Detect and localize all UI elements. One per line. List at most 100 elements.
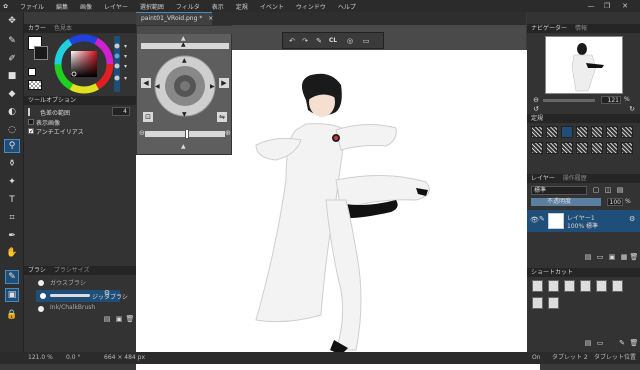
brush-item[interactable]: ガウスブラシ [38,278,118,288]
layer-merge-icon[interactable]: ▦ [619,252,629,262]
crop-tool-icon[interactable]: ⌗ [4,211,20,225]
ruler-option-icon[interactable] [621,126,633,138]
ruler-option-icon[interactable] [546,142,558,154]
layer-folder-icon[interactable]: ▭ [595,252,605,262]
menu-event[interactable]: イベント [254,2,290,11]
ruler-option-icon[interactable] [561,142,573,154]
app-icon[interactable]: ✿ [0,3,14,10]
lock-icon[interactable]: 🔒 [4,308,20,322]
menu-file[interactable]: ファイル [14,2,50,11]
shortcut-delete-icon[interactable]: 🗑 [629,338,639,348]
menu-help[interactable]: ヘルプ [332,2,362,11]
menu-ruler[interactable]: 定規 [230,2,254,11]
nav-zoom-field[interactable]: 121 [601,96,621,104]
close-tab-icon[interactable]: × [208,15,213,22]
navigator-thumbnail[interactable] [545,36,623,94]
minimize-button[interactable]: — [584,0,598,12]
scroll-down-icon[interactable]: ▲ [181,143,186,150]
navigator-tab[interactable]: ナビゲーター [531,25,567,32]
menu-layer[interactable]: レイヤー [98,2,134,11]
brush-size-tab[interactable]: ブラシサイズ [54,267,90,274]
color-tab[interactable]: カラー [28,25,46,32]
color-reset-icon[interactable] [28,68,36,76]
brush-new-icon[interactable]: ▤ [102,314,112,324]
shortcut-save-icon[interactable] [564,280,575,292]
rectangle-tool-icon[interactable]: ■ [4,69,20,83]
shortcut-copy-icon[interactable] [612,280,623,292]
opacity-slider[interactable]: 不透明度 [531,198,601,206]
layer-copy-icon[interactable]: ▣ [607,252,617,262]
menu-selection[interactable]: 選択範囲 [134,2,170,11]
fit-view-icon[interactable]: ⊡ [143,112,153,122]
flip-icon[interactable]: ⇋ [217,112,227,122]
antialias-checkbox[interactable]: ✓ [28,128,34,135]
fill-tool-icon[interactable]: ◆ [4,87,20,101]
brush-tab[interactable]: ブラシ [28,267,46,274]
shortcut-new-icon-small[interactable]: ▤ [583,338,593,348]
window-icon[interactable]: ▭ [361,36,371,46]
shortcut-cut-icon[interactable] [548,297,559,309]
pan-slider[interactable]: ▲ [141,41,229,49]
menu-image[interactable]: 画像 [74,2,98,11]
ruler-option-icon[interactable] [591,126,603,138]
color-wheel[interactable]: ▾ ▾ ▾ ▾ [54,34,136,94]
ruler-option-icon[interactable] [606,142,618,154]
menu-view[interactable]: 表示 [206,2,230,11]
layer-settings-icon[interactable]: ⚙ [629,215,635,223]
pen-icon[interactable]: ✎ [314,36,324,46]
shortcut-save-as-icon[interactable] [580,280,591,292]
hand-tool-icon[interactable]: ✋ [4,246,20,260]
menu-edit[interactable]: 編集 [50,2,74,11]
shortcut-paste-icon[interactable] [532,297,543,309]
ruler-option-icon[interactable] [591,142,603,154]
menu-window[interactable]: ウィンドウ [290,2,332,11]
ruler-option-icon[interactable] [531,126,543,138]
opacity-field[interactable]: 100 [607,198,623,206]
shortcut-edit-icon[interactable]: ✎ [617,338,627,348]
blend-mode-select[interactable]: 標準 [531,186,587,195]
layer-alpha-icon[interactable]: ◫ [603,185,613,195]
rotation-dial[interactable]: ▲ ▼ ◀ ▶ [153,54,217,118]
move-tool-icon[interactable]: ✥ [4,14,20,28]
ruler-option-icon[interactable] [546,126,558,138]
magic-wand-tool-icon[interactable]: ⚲ [4,139,20,153]
brush-delete-icon[interactable]: 🗑 [125,314,135,324]
close-window-button[interactable]: ✕ [618,0,632,12]
brush-tool-icon[interactable]: ✐ [4,52,20,66]
eraser-tool-icon[interactable]: ✎ [4,34,20,48]
clear-button[interactable]: CL [328,36,338,46]
brush-settings-icon[interactable]: ⚙ [102,288,112,298]
undo-icon[interactable]: ↶ [287,36,297,46]
settings-circle-icon[interactable]: ◎ [345,36,355,46]
scroll-right-icon[interactable]: ▶ [219,78,229,88]
layer-clip-icon[interactable]: ▤ [615,185,625,195]
ruler-option-icon[interactable] [576,126,588,138]
shortcut-new-icon[interactable] [532,280,543,292]
layer-visibility-icon[interactable]: 👁 [530,216,539,224]
nav-zoom-slider[interactable] [543,99,595,102]
layer-delete-icon[interactable]: 🗑 [629,252,639,262]
mask-mode-icon[interactable]: ▣ [5,288,19,302]
layer-new-icon[interactable]: ▤ [583,252,593,262]
maximize-button[interactable]: ❐ [600,0,614,12]
layer-lock-icon[interactable]: ▢ [591,185,601,195]
shortcut-folder-icon[interactable]: ▭ [595,338,605,348]
blur-tool-icon[interactable]: ✦ [4,175,20,189]
menu-filter[interactable]: フィルタ [170,2,206,11]
redo-icon[interactable]: ↷ [300,36,310,46]
ruler-option-icon[interactable] [531,142,543,154]
gradient-tool-icon[interactable]: ◐ [4,105,20,119]
scroll-left-icon[interactable]: ◀ [141,78,151,88]
layer-row[interactable]: 👁 ✎ レイヤー1 100% 標準 ⚙ [527,210,640,232]
layer-tab[interactable]: レイヤー [531,175,555,182]
zoom-out-icon[interactable]: ⊖ [139,129,145,137]
background-color-swatch[interactable] [34,46,48,60]
shortcut-export-icon[interactable] [596,280,607,292]
ruler-option-icon[interactable] [576,142,588,154]
zoom-in-icon[interactable]: ⊕ [225,129,231,137]
ruler-option-icon[interactable] [621,142,633,154]
stamp-tool-icon[interactable]: ⚱ [4,157,20,171]
zoom-slider[interactable] [145,129,225,139]
ruler-option-icon[interactable] [561,126,573,138]
document-tab[interactable]: paint01_VRoid.png * × [136,12,213,25]
